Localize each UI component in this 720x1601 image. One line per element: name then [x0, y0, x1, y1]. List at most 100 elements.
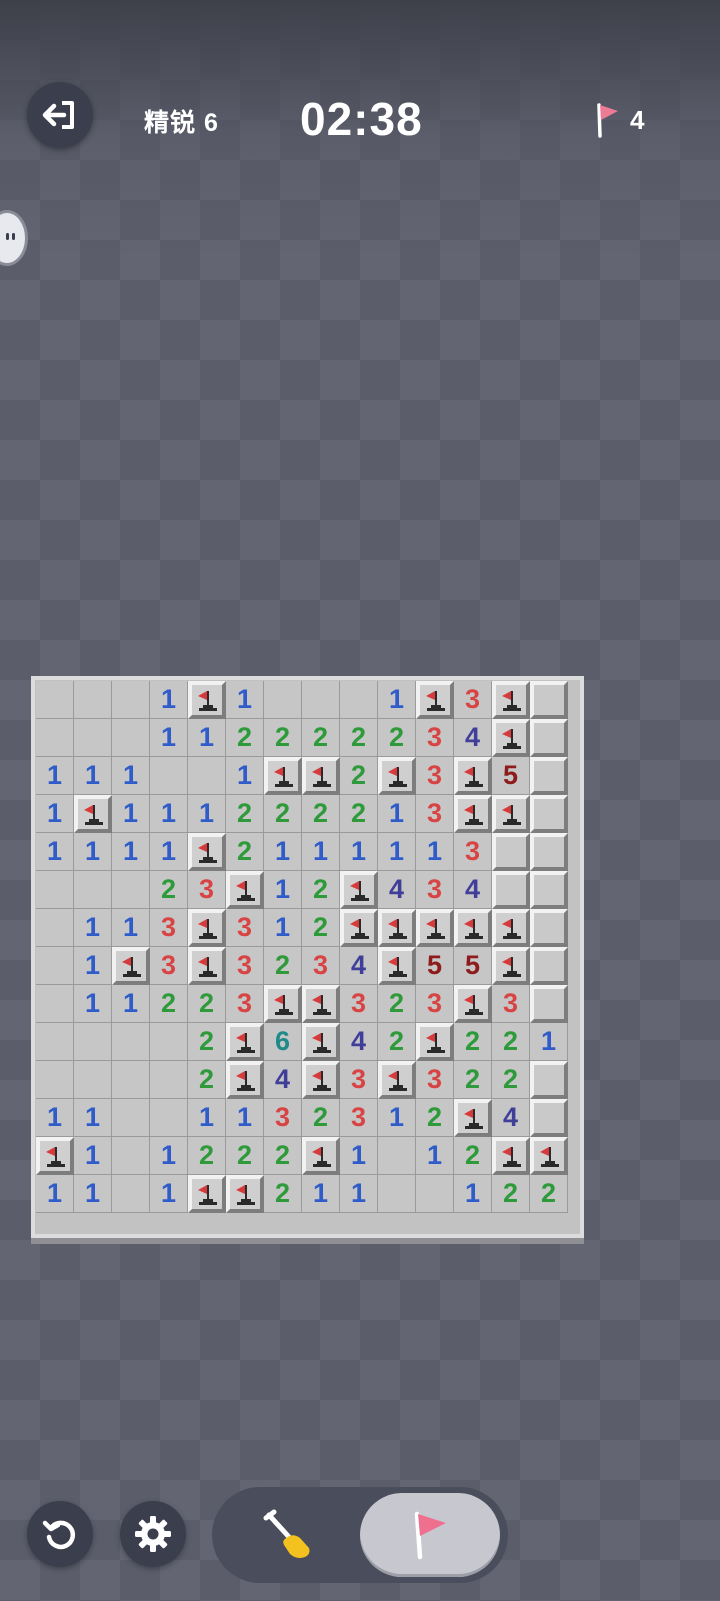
number-cell[interactable]: 2 [378, 985, 416, 1023]
covered-cell[interactable] [530, 1099, 568, 1137]
empty-cell[interactable] [74, 719, 112, 757]
number-cell[interactable]: 2 [264, 1137, 302, 1175]
number-cell[interactable]: 3 [416, 871, 454, 909]
number-cell[interactable]: 2 [492, 1023, 530, 1061]
number-cell[interactable]: 1 [188, 795, 226, 833]
flagged-cell[interactable] [188, 947, 226, 985]
number-cell[interactable]: 2 [302, 1099, 340, 1137]
number-cell[interactable]: 3 [302, 947, 340, 985]
covered-cell[interactable] [530, 833, 568, 871]
empty-cell[interactable] [150, 757, 188, 795]
empty-cell[interactable] [112, 1137, 150, 1175]
number-cell[interactable]: 2 [302, 795, 340, 833]
number-cell[interactable]: 3 [416, 795, 454, 833]
number-cell[interactable]: 1 [74, 757, 112, 795]
number-cell[interactable]: 2 [454, 1023, 492, 1061]
number-cell[interactable]: 2 [150, 985, 188, 1023]
empty-cell[interactable] [36, 1061, 74, 1099]
restart-button[interactable] [27, 1501, 93, 1567]
number-cell[interactable]: 2 [454, 1061, 492, 1099]
empty-cell[interactable] [264, 681, 302, 719]
number-cell[interactable]: 1 [36, 1175, 74, 1213]
empty-cell[interactable] [36, 871, 74, 909]
empty-cell[interactable] [74, 1023, 112, 1061]
number-cell[interactable]: 3 [226, 947, 264, 985]
flagged-cell[interactable] [302, 1137, 340, 1175]
empty-cell[interactable] [112, 1061, 150, 1099]
number-cell[interactable]: 2 [416, 1099, 454, 1137]
empty-cell[interactable] [74, 871, 112, 909]
covered-cell[interactable] [492, 871, 530, 909]
flagged-cell[interactable] [492, 909, 530, 947]
number-cell[interactable]: 2 [264, 947, 302, 985]
number-cell[interactable]: 1 [264, 833, 302, 871]
flagged-cell[interactable] [454, 909, 492, 947]
number-cell[interactable]: 3 [340, 1061, 378, 1099]
number-cell[interactable]: 2 [492, 1175, 530, 1213]
empty-cell[interactable] [150, 1061, 188, 1099]
number-cell[interactable]: 3 [150, 909, 188, 947]
flagged-cell[interactable] [454, 1099, 492, 1137]
settings-button[interactable] [120, 1501, 186, 1567]
number-cell[interactable]: 3 [226, 909, 264, 947]
number-cell[interactable]: 1 [112, 833, 150, 871]
empty-cell[interactable] [150, 1099, 188, 1137]
number-cell[interactable]: 1 [340, 1175, 378, 1213]
number-cell[interactable]: 1 [74, 1137, 112, 1175]
number-cell[interactable]: 2 [340, 719, 378, 757]
empty-cell[interactable] [112, 719, 150, 757]
flagged-cell[interactable] [188, 909, 226, 947]
empty-cell[interactable] [378, 1175, 416, 1213]
empty-cell[interactable] [74, 1061, 112, 1099]
number-cell[interactable]: 4 [264, 1061, 302, 1099]
flagged-cell[interactable] [492, 681, 530, 719]
number-cell[interactable]: 1 [112, 795, 150, 833]
number-cell[interactable]: 1 [74, 909, 112, 947]
covered-cell[interactable] [530, 757, 568, 795]
flagged-cell[interactable] [188, 1175, 226, 1213]
flagged-cell[interactable] [302, 757, 340, 795]
flagged-cell[interactable] [340, 871, 378, 909]
number-cell[interactable]: 3 [454, 681, 492, 719]
number-cell[interactable]: 1 [226, 681, 264, 719]
empty-cell[interactable] [74, 681, 112, 719]
number-cell[interactable]: 2 [492, 1061, 530, 1099]
flagged-cell[interactable] [492, 1137, 530, 1175]
number-cell[interactable]: 1 [150, 795, 188, 833]
number-cell[interactable]: 3 [150, 947, 188, 985]
number-cell[interactable]: 1 [454, 1175, 492, 1213]
number-cell[interactable]: 2 [264, 1175, 302, 1213]
flagged-cell[interactable] [378, 909, 416, 947]
number-cell[interactable]: 1 [36, 795, 74, 833]
flagged-cell[interactable] [454, 985, 492, 1023]
empty-cell[interactable] [36, 1023, 74, 1061]
number-cell[interactable]: 2 [188, 1061, 226, 1099]
number-cell[interactable]: 3 [454, 833, 492, 871]
number-cell[interactable]: 2 [340, 757, 378, 795]
number-cell[interactable]: 1 [340, 1137, 378, 1175]
covered-cell[interactable] [530, 871, 568, 909]
covered-cell[interactable] [530, 795, 568, 833]
flagged-cell[interactable] [74, 795, 112, 833]
covered-cell[interactable] [492, 833, 530, 871]
flagged-cell[interactable] [264, 757, 302, 795]
flagged-cell[interactable] [416, 909, 454, 947]
flagged-cell[interactable] [416, 1023, 454, 1061]
flagged-cell[interactable] [36, 1137, 74, 1175]
empty-cell[interactable] [36, 719, 74, 757]
number-cell[interactable]: 4 [378, 871, 416, 909]
flagged-cell[interactable] [492, 947, 530, 985]
empty-cell[interactable] [36, 681, 74, 719]
number-cell[interactable]: 1 [378, 795, 416, 833]
number-cell[interactable]: 5 [454, 947, 492, 985]
number-cell[interactable]: 1 [188, 1099, 226, 1137]
number-cell[interactable]: 4 [454, 719, 492, 757]
number-cell[interactable]: 1 [150, 681, 188, 719]
flagged-cell[interactable] [340, 909, 378, 947]
number-cell[interactable]: 1 [226, 757, 264, 795]
number-cell[interactable]: 2 [340, 795, 378, 833]
number-cell[interactable]: 4 [340, 1023, 378, 1061]
empty-cell[interactable] [36, 985, 74, 1023]
empty-cell[interactable] [36, 909, 74, 947]
number-cell[interactable]: 3 [416, 757, 454, 795]
